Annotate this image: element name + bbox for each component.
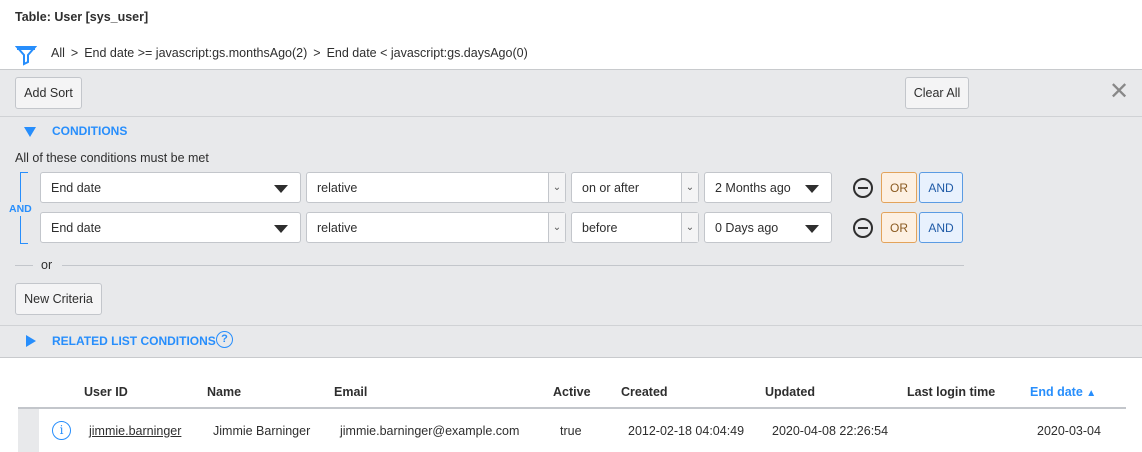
- and-bracket: [20, 172, 28, 202]
- column-header-end-date[interactable]: End date ▲: [1030, 385, 1096, 399]
- column-header-updated[interactable]: Updated: [765, 385, 815, 399]
- chevron-down-icon: ⌄: [681, 213, 698, 242]
- or-button[interactable]: OR: [881, 212, 917, 243]
- user-id-link[interactable]: jimmie.barninger: [89, 424, 181, 438]
- and-connector-label: AND: [9, 203, 32, 215]
- cell-created: 2012-02-18 04:04:49: [628, 424, 745, 438]
- related-list-header[interactable]: RELATED LIST CONDITIONS: [52, 334, 216, 348]
- dropdown-arrow-icon: [805, 225, 819, 233]
- add-sort-button[interactable]: Add Sort: [15, 77, 82, 109]
- conditions-header[interactable]: CONDITIONS: [52, 124, 127, 138]
- divider: [0, 325, 1142, 326]
- or-divider: [15, 265, 33, 266]
- sort-ascending-icon: ▲: [1086, 388, 1097, 399]
- operator-select[interactable]: before ⌄: [571, 212, 699, 243]
- operator-select[interactable]: on or after ⌄: [571, 172, 699, 203]
- cell-end-date: 2020-03-04: [1037, 424, 1101, 438]
- close-icon[interactable]: ✕: [1109, 77, 1129, 106]
- chevron-down-icon: ⌄: [548, 173, 565, 202]
- value-value: 2 Months ago: [715, 180, 791, 195]
- column-header-last-login[interactable]: Last login time: [907, 385, 995, 399]
- or-divider: [62, 265, 964, 266]
- type-value: relative: [317, 180, 358, 195]
- and-button[interactable]: AND: [919, 172, 963, 203]
- breadcrumb-separator: >: [313, 46, 321, 60]
- dropdown-arrow-icon: [805, 185, 819, 193]
- value-select[interactable]: 0 Days ago: [704, 212, 832, 243]
- remove-condition-icon[interactable]: [853, 178, 873, 198]
- value-value: 0 Days ago: [715, 220, 779, 235]
- or-button[interactable]: OR: [881, 172, 917, 203]
- breadcrumb: All > End date >= javascript:gs.monthsAg…: [51, 46, 528, 60]
- column-header-name[interactable]: Name: [207, 385, 241, 399]
- type-value: relative: [317, 220, 358, 235]
- new-criteria-button[interactable]: New Criteria: [15, 283, 102, 315]
- table-title: Table: User [sys_user]: [15, 10, 149, 24]
- breadcrumb-crumb2[interactable]: End date < javascript:gs.daysAgo(0): [327, 46, 528, 60]
- breadcrumb-all[interactable]: All: [51, 46, 65, 60]
- remove-condition-icon[interactable]: [853, 218, 873, 238]
- value-select[interactable]: 2 Months ago: [704, 172, 832, 203]
- field-select[interactable]: End date: [40, 212, 301, 243]
- field-value: End date: [51, 180, 102, 195]
- dropdown-arrow-icon: [274, 185, 288, 193]
- field-select[interactable]: End date: [40, 172, 301, 203]
- chevron-down-icon: ⌄: [681, 173, 698, 202]
- divider: [0, 116, 1142, 117]
- dropdown-arrow-icon: [274, 225, 288, 233]
- filter-icon[interactable]: [14, 44, 38, 69]
- column-header-active[interactable]: Active: [553, 385, 591, 399]
- and-button[interactable]: AND: [919, 212, 963, 243]
- operator-value: on or after: [582, 180, 639, 195]
- row-gutter: [18, 409, 39, 452]
- cell-active: true: [560, 424, 582, 438]
- cell-updated: 2020-04-08 22:26:54: [772, 424, 889, 438]
- operator-value: before: [582, 220, 618, 235]
- help-icon[interactable]: ?: [216, 331, 233, 348]
- chevron-down-icon: ⌄: [548, 213, 565, 242]
- cell-email: jimmie.barninger@example.com: [340, 424, 520, 438]
- column-header-email[interactable]: Email: [334, 385, 367, 399]
- field-value: End date: [51, 220, 102, 235]
- conditions-subtitle: All of these conditions must be met: [15, 151, 209, 165]
- column-header-created[interactable]: Created: [621, 385, 668, 399]
- type-select[interactable]: relative ⌄: [306, 212, 566, 243]
- cell-name: Jimmie Barninger: [213, 424, 311, 438]
- clear-all-button[interactable]: Clear All: [905, 77, 969, 109]
- collapse-triangle-icon[interactable]: [24, 127, 36, 137]
- or-label: or: [41, 258, 53, 272]
- expand-triangle-icon[interactable]: [26, 335, 36, 347]
- info-icon[interactable]: i: [52, 421, 71, 440]
- column-header-user-id[interactable]: User ID: [84, 385, 128, 399]
- and-bracket: [20, 216, 28, 244]
- type-select[interactable]: relative ⌄: [306, 172, 566, 203]
- breadcrumb-crumb1[interactable]: End date >= javascript:gs.monthsAgo(2): [84, 46, 307, 60]
- breadcrumb-separator: >: [70, 46, 79, 60]
- end-date-label: End date: [1030, 385, 1083, 399]
